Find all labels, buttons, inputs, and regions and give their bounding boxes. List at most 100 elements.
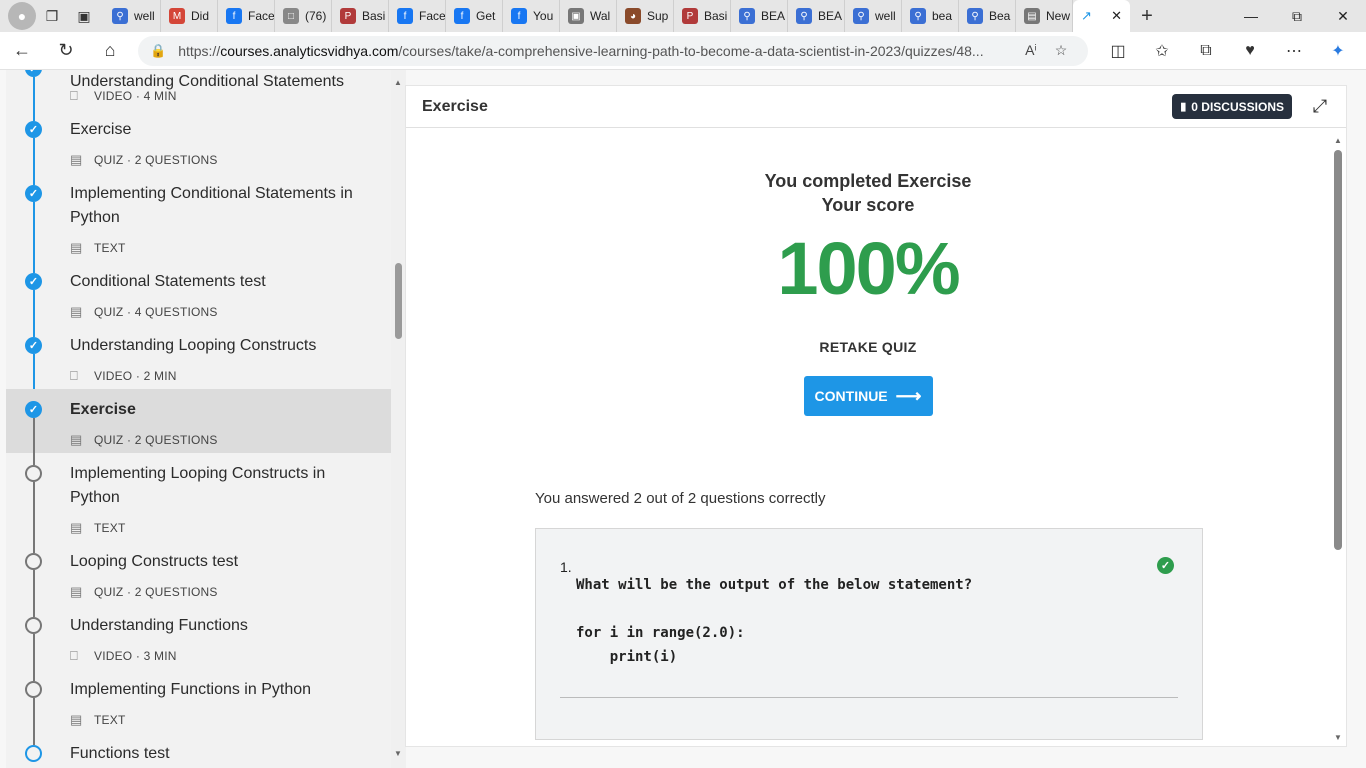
sidebar-item-title[interactable]: Exercise (70, 398, 360, 422)
lesson-header: Exercise ▮ 0 DISCUSSIONS ⤢ (406, 86, 1346, 128)
sidebar-item-title[interactable]: Understanding Looping Constructs (70, 334, 360, 358)
sidebar-item-meta: ▤ QUIZ · 4 QUESTIONS (70, 304, 218, 320)
sidebar-item-meta: ▤ QUIZ · 2 QUESTIONS (70, 152, 218, 168)
sidebar-scrollbar[interactable]: ▲ ▼ (391, 70, 406, 768)
browser-tab[interactable]: f Get (446, 0, 503, 32)
wallet-icon: ▣ (568, 8, 584, 24)
workspaces-icon[interactable]: ❐ (36, 0, 68, 32)
continue-button[interactable]: CONTINUE ⟶ (803, 376, 933, 416)
browser-tab[interactable]: ▣ Wal (560, 0, 617, 32)
browser-tab[interactable]: P Basi (674, 0, 731, 32)
sidebar-item-title[interactable]: Exercise (70, 118, 360, 142)
sidebar-item-meta-text: QUIZ · 2 QUESTIONS (94, 433, 218, 447)
quiz-icon: ▤ (70, 432, 83, 447)
scroll-down-icon[interactable]: ▼ (1334, 733, 1342, 742)
split-screen-icon[interactable]: ◫ (1096, 32, 1140, 70)
sidebar-item-title[interactable]: Conditional Statements test (70, 270, 360, 294)
browser-tab[interactable]: ⚲ BEA (731, 0, 788, 32)
scroll-up-icon[interactable]: ▲ (1334, 136, 1342, 145)
quiz-icon: ▤ (70, 584, 83, 599)
video-icon: ⎕ (70, 368, 78, 383)
close-tab-icon[interactable]: ✕ (1111, 8, 1122, 24)
minimize-icon[interactable]: — (1228, 0, 1274, 32)
discussions-button[interactable]: ▮ 0 DISCUSSIONS (1172, 94, 1292, 119)
answered-summary: You answered 2 out of 2 questions correc… (535, 490, 826, 507)
sidebar-item-meta-text: TEXT (94, 241, 126, 255)
browser-tab[interactable]: ◕ Sup (617, 0, 674, 32)
tab-label: well (134, 9, 155, 23)
lock-icon: 🔒 (150, 42, 167, 58)
profile-avatar-icon[interactable]: ● (8, 2, 36, 30)
sidebar-item-title[interactable]: Implementing Looping Constructs in Pytho… (70, 462, 360, 510)
tab-list: ⚲ well M Did f Face □ (76) P Basi f Face f Get f You ▣ Wa… (104, 0, 1073, 32)
completed-check-icon: ✓ (25, 185, 42, 202)
home-icon[interactable]: ⌂ (88, 32, 132, 70)
browser-tab[interactable]: ⚲ BEA (788, 0, 845, 32)
sidebar-item-meta: ⎕ VIDEO · 3 MIN (70, 648, 177, 664)
sidebar-item-title[interactable]: Implementing Conditional Statements in P… (70, 182, 360, 230)
collections-icon[interactable]: ⧉ (1184, 32, 1228, 70)
sidebar-scroll-thumb[interactable] (395, 263, 402, 339)
tab-label: Sup (647, 9, 669, 23)
tab-actions-icon[interactable]: ▣ (68, 0, 100, 32)
back-icon[interactable]: ← (0, 32, 44, 70)
sidebar-item-title[interactable]: Looping Constructs test (70, 550, 360, 574)
sidebar-item-title[interactable]: Implementing Functions in Python (70, 678, 360, 702)
copilot-icon[interactable]: ✦ (1316, 32, 1360, 70)
question-text: What will be the output of the below sta… (576, 577, 973, 665)
browser-tab[interactable]: f Face (218, 0, 275, 32)
retake-quiz-link[interactable]: RETAKE QUIZ (819, 339, 916, 355)
browser-tab[interactable]: ⚲ well (104, 0, 161, 32)
browser-essentials-icon[interactable]: ♥ (1228, 32, 1272, 70)
quiz-icon: ▤ (70, 304, 83, 319)
completed-check-icon: ✓ (25, 70, 42, 77)
address-bar[interactable]: 🔒 https://courses.analyticsvidhya.com/co… (138, 35, 1088, 66)
sidebar-item-title[interactable]: Functions test (70, 742, 360, 766)
browser-tab[interactable]: ⚲ well (845, 0, 902, 32)
sidebar-item-meta: ▤ QUIZ · 2 QUESTIONS (70, 432, 218, 448)
browser-tab-strip: ● ❐ ▣ ⚲ well M Did f Face □ (76) P Basi f Face f Get f… (0, 0, 1366, 32)
browser-tab[interactable]: □ (76) (275, 0, 332, 32)
search-icon: ⚲ (112, 8, 128, 24)
browser-tab[interactable]: P Basi (332, 0, 389, 32)
search-icon: ⚲ (796, 8, 812, 24)
sidebar-item-meta-text: VIDEO · 4 MIN (94, 89, 177, 103)
browser-tab[interactable]: ⚲ bea (902, 0, 959, 32)
restore-icon[interactable]: ⧉ (1274, 0, 1320, 32)
main-scroll-thumb[interactable] (1334, 150, 1342, 550)
question-number: 1. (560, 559, 572, 575)
favorite-star-icon[interactable]: ☆ (1046, 42, 1076, 59)
tab-label: New (1046, 9, 1071, 23)
browser-tab[interactable]: f Face (389, 0, 446, 32)
browser-tab[interactable]: ▤ New (1016, 0, 1073, 32)
continue-label: CONTINUE (814, 388, 888, 404)
expand-icon[interactable]: ⤢ (1310, 96, 1330, 117)
completed-text: You completed Exercise (764, 171, 972, 191)
refresh-icon[interactable]: ↻ (44, 32, 88, 70)
scroll-down-icon[interactable]: ▼ (394, 749, 402, 758)
search-icon: ⚲ (853, 8, 869, 24)
browser-toolbar: ← ↻ ⌂ 🔒 https://courses.analyticsvidhya.… (0, 32, 1366, 70)
favorites-icon[interactable]: ✩ (1140, 32, 1184, 70)
quiz-icon: ▤ (70, 152, 83, 167)
window-controls: — ⧉ ✕ (1228, 0, 1366, 32)
close-window-icon[interactable]: ✕ (1320, 0, 1366, 32)
text-document-icon: ▤ (70, 520, 83, 535)
more-menu-icon[interactable]: ⋯ (1272, 32, 1316, 70)
main-scrollbar[interactable]: ▲ ▼ (1330, 134, 1346, 746)
tab-active[interactable]: ↗ ✕ (1073, 0, 1130, 32)
browser-tab[interactable]: M Did (161, 0, 218, 32)
scroll-up-icon[interactable]: ▲ (394, 78, 402, 87)
browser-tab[interactable]: f You (503, 0, 560, 32)
sidebar-item-meta: ▤ QUIZ · 2 QUESTIONS (70, 584, 218, 600)
progress-rail (33, 202, 35, 273)
completed-check-icon: ✓ (25, 337, 42, 354)
new-tab-button[interactable]: + (1130, 0, 1164, 32)
search-icon: ⚲ (739, 8, 755, 24)
pdf-icon: P (340, 8, 356, 24)
read-aloud-icon[interactable]: Aⁱ (1016, 42, 1046, 59)
sidebar-item-title[interactable]: Understanding Functions (70, 614, 360, 638)
analytics-icon: ↗ (1081, 8, 1092, 23)
progress-rail (33, 482, 35, 553)
browser-tab[interactable]: ⚲ Bea (959, 0, 1016, 32)
